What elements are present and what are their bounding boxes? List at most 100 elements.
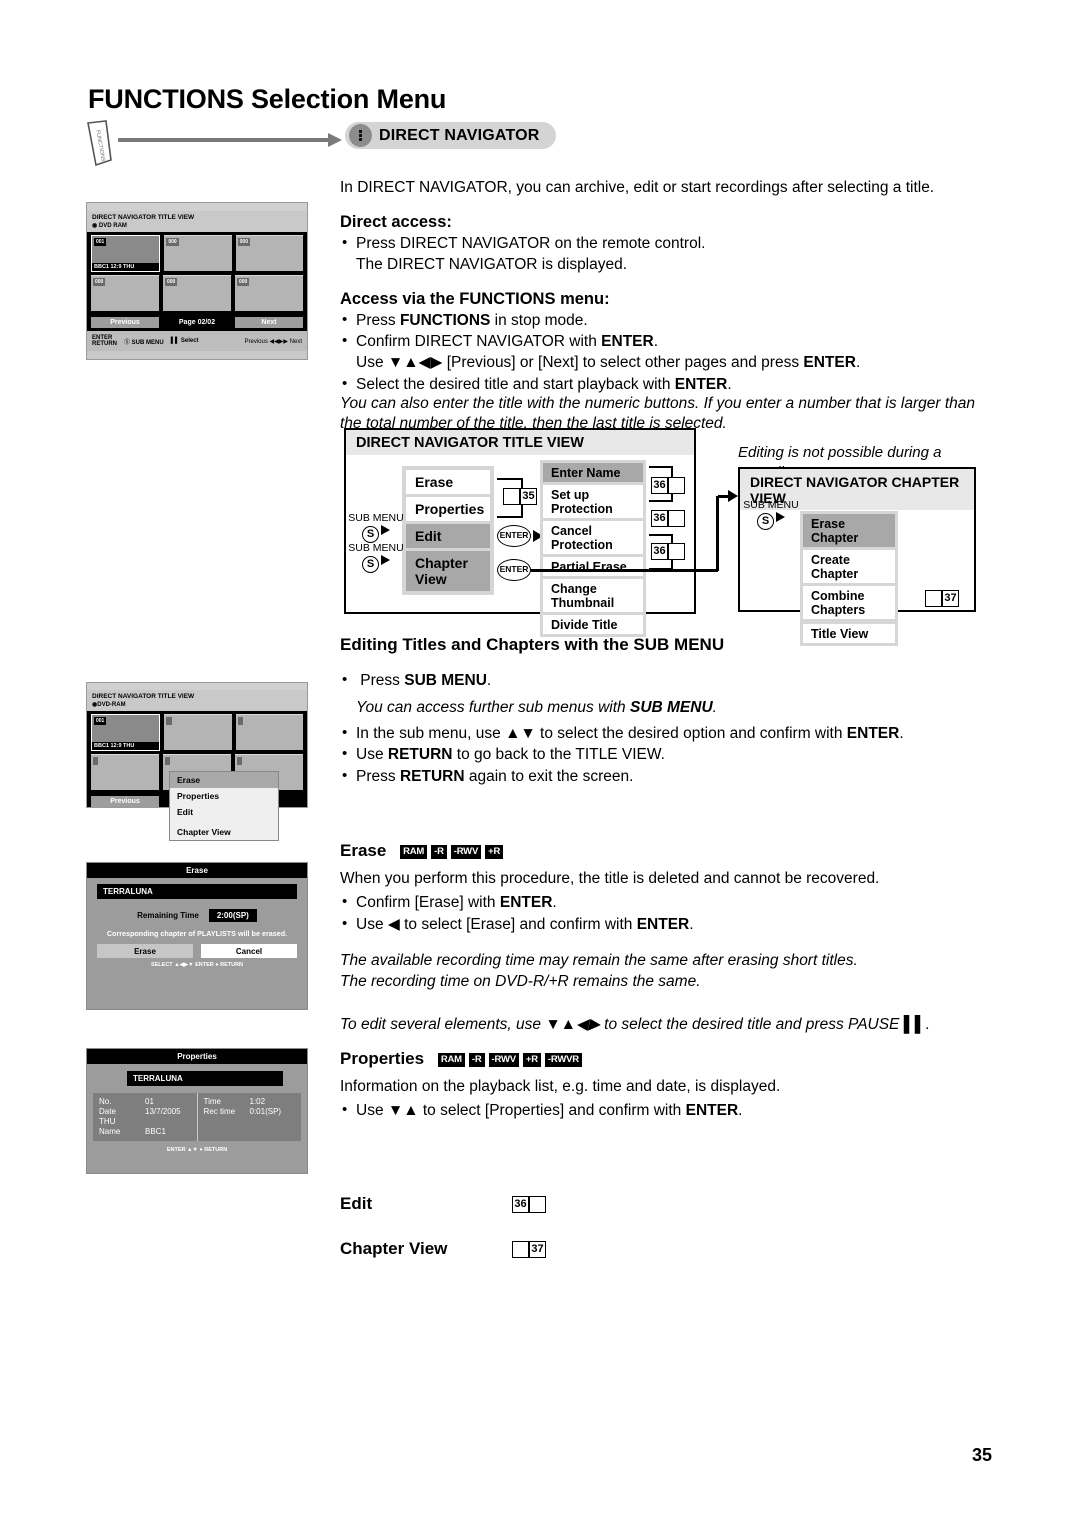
popover-item-erase[interactable]: Erase (170, 772, 278, 788)
screenshot-title-view: DIRECT NAVIGATOR TITLE VIEW ◉ DVD RAM 00… (86, 202, 308, 360)
menu-item-chapter-view[interactable]: Chapter View (406, 551, 490, 591)
table-row: Name BBC1 (99, 1127, 166, 1136)
erase-heading-row: Erase RAM -R -RWV +R (340, 840, 990, 863)
direct-access-heading: Direct access: (340, 212, 452, 231)
list-item: Select the desired title and start playb… (340, 374, 990, 396)
arrow-right-icon (381, 555, 390, 565)
s-button-icon[interactable]: S (362, 556, 379, 573)
erase-badges: RAM -R -RWV +R (400, 844, 504, 859)
menu-item-erase[interactable]: Erase (406, 470, 490, 494)
thumbnail[interactable]: 000 (164, 235, 232, 271)
badge-r: -R (431, 844, 447, 859)
sub-menu-section: Editing Titles and Chapters with the SUB… (340, 634, 990, 789)
direct-navigator-badge: DIRECT NAVIGATOR (345, 122, 556, 149)
properties-col-right: Time 1:02 Rec time 0:01(SP) (196, 1093, 302, 1141)
page-ref-35: 35 (503, 488, 539, 507)
chapter-item-create-chapter[interactable]: Create Chapter (803, 550, 895, 583)
previous-button[interactable]: Previous (91, 317, 159, 328)
flow-arrow (118, 133, 348, 147)
thumbnail[interactable] (91, 754, 159, 790)
submenu-item-divide-title[interactable]: Divide Title (543, 615, 643, 634)
title-view-menu: Erase Properties Edit Chapter View (402, 466, 494, 595)
thumbnail[interactable] (164, 714, 232, 750)
chapter-item-erase-chapter[interactable]: Erase Chapter (803, 514, 895, 547)
sub-menu-marker-edit: SUB MENU S (345, 513, 407, 543)
badge-rwvr: -RWVR (544, 1052, 582, 1067)
enter-button-icon[interactable]: ENTER (497, 525, 531, 547)
sub-menu-section-heading: Editing Titles and Chapters with the SUB… (340, 635, 725, 654)
list-item: Use ◀ to select [Erase] and confirm with… (340, 914, 990, 936)
submenu-item-set-up-protection[interactable]: Set up Protection (543, 485, 643, 518)
thumbnail[interactable]: 000 (235, 235, 303, 271)
disc-type: ◉DVD-RAM (92, 702, 126, 708)
remaining-time-value: 2:00(SP) (208, 909, 257, 922)
submenu-item-change-thumbnail[interactable]: Change Thumbnail (543, 579, 643, 612)
thumbnail[interactable]: 000 (235, 275, 303, 311)
table-row: THU (99, 1117, 116, 1126)
erase-section: Erase RAM -R -RWV +R When you perform th… (340, 840, 990, 1035)
edit-link-ref: 36 (512, 1196, 548, 1215)
screenshot-erase-dialog: Erase TERRALUNA Remaining Time 2:00(SP) … (86, 862, 308, 1010)
s-button-icon[interactable]: S (757, 513, 774, 530)
submenu-item-cancel-protection[interactable]: Cancel Protection (543, 521, 643, 554)
shot-header: DIRECT NAVIGATOR TITLE VIEW ◉DVD-RAM (87, 690, 307, 711)
title-view-flow-header: DIRECT NAVIGATOR TITLE VIEW (346, 430, 694, 455)
select-hint: ▌▌ Select (170, 338, 199, 344)
submenu-item-partial-erase[interactable]: Partial Erase (543, 557, 643, 576)
next-button[interactable]: Next (235, 317, 303, 328)
thumbnail-selected[interactable]: 001 BBC1 12:9 THU (91, 714, 161, 751)
chapter-link-label: Chapter View (340, 1239, 448, 1258)
thumbnail[interactable]: 000 (163, 275, 231, 311)
page-ref-37: 37 (925, 590, 961, 609)
erase-note-2: The recording time on DVD-R/+R remains t… (340, 973, 701, 991)
previous-button[interactable]: Previous (91, 796, 159, 807)
remaining-time-label: Remaining Time (137, 911, 199, 920)
table-row: Time 1:02 (203, 1097, 266, 1106)
s-button-icon[interactable]: S (362, 526, 379, 543)
page-number: 35 (971, 1445, 992, 1465)
popover-item-edit[interactable]: Edit (170, 804, 278, 820)
menu-item-properties[interactable]: Properties (406, 497, 490, 521)
dialog-title: Erase (87, 863, 307, 878)
thumbnail[interactable] (235, 714, 303, 750)
sub-menu-marker-chapter-box: SUB MENU S (740, 500, 802, 530)
page-title: FUNCTIONS Selection Menu (88, 84, 447, 114)
arrow-right-icon (728, 490, 738, 502)
submenu-hint: Ⓢ SUB MENU (124, 339, 164, 346)
key-hints: SELECT ▲◀▶▼ ENTER ● RETURN (150, 962, 244, 968)
properties-col-left: No. 01 Date 13/7/2005 THU Name BBC1 (93, 1093, 197, 1141)
badge-ram: RAM (400, 844, 428, 859)
properties-section: Properties RAM -R -RWV +R -RWVR Informat… (340, 1048, 990, 1123)
thumbnail[interactable]: 000 (91, 275, 159, 311)
properties-table: No. 01 Date 13/7/2005 THU Name BBC1 Time 1:0… (93, 1093, 301, 1141)
intro-lead: In DIRECT NAVIGATOR, you can archive, ed… (340, 179, 935, 196)
erase-button[interactable]: Erase (97, 944, 193, 958)
submenu-item-enter-name[interactable]: Enter Name (543, 463, 643, 482)
dialog-title: Properties (87, 1049, 307, 1064)
functions-access-heading: Access via the FUNCTIONS menu: (340, 289, 610, 308)
list-item: Use RETURN to go back to the TITLE VIEW. (340, 744, 990, 766)
badge-plus-r: +R (522, 1052, 541, 1067)
shot-header: DIRECT NAVIGATOR TITLE VIEW ◉ DVD RAM (87, 211, 307, 232)
cancel-button[interactable]: Cancel (201, 944, 297, 958)
thumbnail-selected[interactable]: 001 BBC1 12:9 THU (91, 235, 161, 272)
badge-plus-r: +R (485, 844, 504, 859)
list-item: Press FUNCTIONS in stop mode. (340, 310, 990, 332)
badge-rwv: -RWV (488, 1052, 519, 1067)
title-field: TERRALUNA (127, 1071, 283, 1086)
erase-list: Confirm [Erase] with ENTER. Use ◀ to sel… (340, 892, 990, 936)
menu-item-edit[interactable]: Edit (406, 524, 490, 548)
thumbnail-grid: 001 BBC1 12:9 THU 000 000 000 000 000 (87, 232, 307, 317)
sub-menu-label: SUB MENU (348, 542, 404, 554)
table-row: Date 13/7/2005 (99, 1107, 181, 1116)
list-item: Confirm [Erase] with ENTER. (340, 892, 990, 914)
properties-heading: Properties (340, 1049, 425, 1068)
popover-item-chapter-view[interactable]: Chapter View (170, 824, 278, 840)
chapter-item-combine-chapters[interactable]: Combine Chapters (803, 586, 895, 619)
skip-hint: Previous ◀◀▶▶ Next (244, 338, 302, 345)
footer-hints: ENTER RETURN Ⓢ SUB MENU ▌▌ Select Previou… (87, 331, 307, 351)
screenshot-properties-dialog: Properties TERRALUNA No. 01 Date 13/7/2005… (86, 1048, 308, 1174)
popover-item-properties[interactable]: Properties (170, 788, 278, 804)
enter-button-icon-chapter[interactable]: ENTER (497, 559, 531, 581)
direct-navigator-label: DIRECT NAVIGATOR (379, 126, 540, 144)
